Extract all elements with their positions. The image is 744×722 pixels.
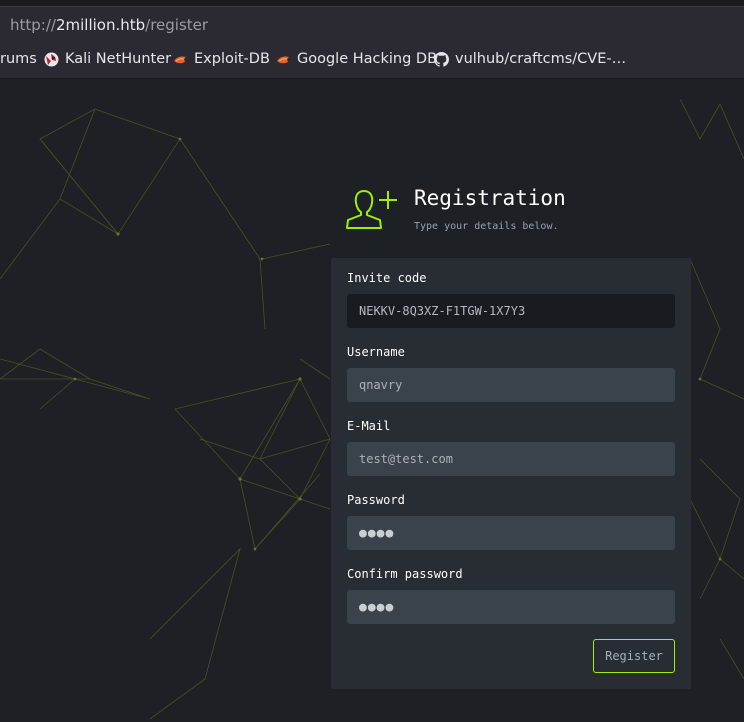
bookmarks-toolbar: rums Kali NetHunter Exploit-DB Google Ha… xyxy=(0,40,744,79)
username-label: Username xyxy=(347,345,405,359)
page-subtitle: Type your details below. xyxy=(414,221,559,232)
username-input[interactable] xyxy=(347,368,675,402)
password-input[interactable] xyxy=(347,516,675,550)
bookmark-forums[interactable]: rums xyxy=(0,51,37,67)
confirm-password-input[interactable] xyxy=(347,590,675,624)
url-host: 2million.htb xyxy=(55,16,146,34)
bookmark-label: Google Hacking DB xyxy=(297,51,438,67)
page-content: Registration Type your details below. In… xyxy=(0,79,744,722)
register-button[interactable]: Register xyxy=(593,639,675,673)
bookmark-label: vulhub/craftcms/CVE-… xyxy=(455,51,627,67)
browser-window: http://2million.htb/register rums Kali N… xyxy=(0,0,744,722)
url-prefix: http:// xyxy=(10,16,56,34)
confirm-password-label: Confirm password xyxy=(347,567,463,581)
exploit-db-icon xyxy=(173,52,188,67)
bookmark-vulhub[interactable]: vulhub/craftcms/CVE-… xyxy=(434,51,626,67)
page-title: Registration xyxy=(414,186,566,210)
registration-form: Invite code Username E-Mail Password Con… xyxy=(331,258,691,689)
bookmark-label: rums xyxy=(0,51,37,67)
url-path: /register xyxy=(145,16,209,34)
url-text[interactable]: http://2million.htb/register xyxy=(10,16,208,34)
bookmark-kali-nethunter[interactable]: Kali NetHunter xyxy=(44,51,171,67)
bookmark-exploit-db[interactable]: Exploit-DB xyxy=(173,51,270,67)
bookmark-label: Exploit-DB xyxy=(194,51,270,67)
add-user-icon xyxy=(344,185,400,235)
bookmark-label: Kali NetHunter xyxy=(65,51,172,67)
email-input[interactable] xyxy=(347,442,675,476)
bookmark-google-hacking-db[interactable]: Google Hacking DB xyxy=(276,51,437,67)
password-label: Password xyxy=(347,493,405,507)
github-icon xyxy=(434,51,449,67)
exploit-db-icon xyxy=(276,52,291,67)
email-label: E-Mail xyxy=(347,419,391,433)
kali-nethunter-icon xyxy=(44,52,59,67)
invite-code-input[interactable] xyxy=(347,294,675,328)
address-bar[interactable]: http://2million.htb/register xyxy=(0,6,744,40)
invite-code-label: Invite code xyxy=(347,271,427,285)
